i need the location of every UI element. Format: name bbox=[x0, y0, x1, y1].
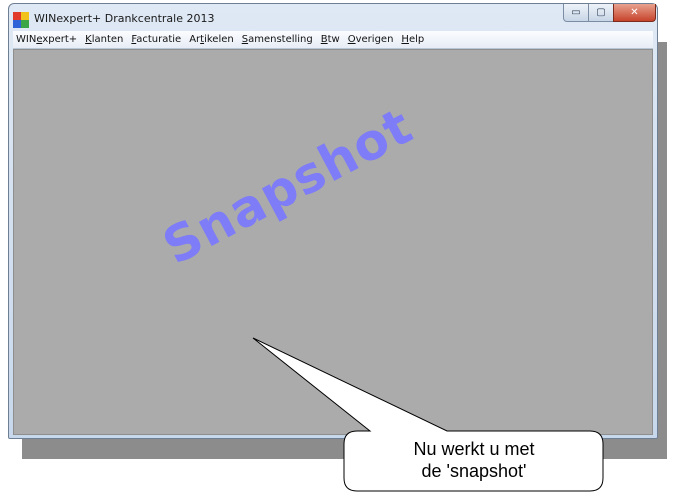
maximize-button[interactable]: ▢ bbox=[588, 4, 614, 22]
menu-item-help[interactable]: Help bbox=[398, 34, 427, 45]
menu-item-artikelen[interactable]: Artikelen bbox=[186, 34, 237, 45]
menu-item-samenstelling[interactable]: Samenstelling bbox=[239, 34, 316, 45]
menu-item-winexpert[interactable]: WINexpert+ bbox=[13, 34, 80, 45]
mdi-client-area[interactable]: Snapshot bbox=[13, 49, 653, 435]
menu-bar: WINexpert+ Klanten Facturatie Artikelen … bbox=[13, 31, 653, 49]
callout-line-2: de 'snapshot' bbox=[421, 460, 527, 481]
menu-item-btw[interactable]: Btw bbox=[318, 34, 343, 45]
close-button[interactable]: ✕ bbox=[613, 4, 656, 22]
close-icon: ✕ bbox=[630, 7, 639, 18]
menu-item-overigen[interactable]: Overigen bbox=[345, 34, 397, 45]
window-title: WINexpert+ Drankcentrale 2013 bbox=[34, 12, 215, 25]
screenshot-stage: WINexpert+ Drankcentrale 2013 ▭ ▢ ✕ WINe… bbox=[0, 0, 674, 495]
maximize-icon: ▢ bbox=[596, 7, 606, 18]
minimize-icon: ▭ bbox=[571, 7, 581, 18]
menu-item-facturatie[interactable]: Facturatie bbox=[128, 34, 184, 45]
app-logo-icon bbox=[13, 12, 29, 28]
callout-line-1: Nu werkt u met bbox=[413, 438, 535, 459]
snapshot-watermark: Snapshot bbox=[153, 96, 422, 277]
title-bar[interactable]: WINexpert+ Drankcentrale 2013 ▭ ▢ ✕ bbox=[9, 4, 657, 32]
menu-item-klanten[interactable]: Klanten bbox=[82, 34, 126, 45]
callout-text: Nu werkt u met de 'snapshot' bbox=[342, 432, 606, 487]
minimize-button[interactable]: ▭ bbox=[563, 4, 589, 22]
app-window: WINexpert+ Drankcentrale 2013 ▭ ▢ ✕ WINe… bbox=[8, 3, 658, 439]
